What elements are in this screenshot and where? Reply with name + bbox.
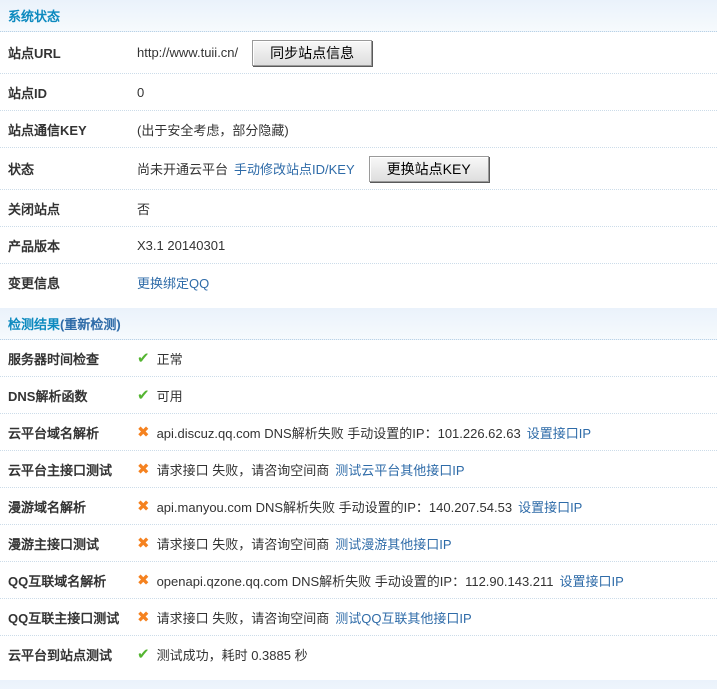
value-text: 请求接口 失败，请咨询空间商	[156, 462, 330, 478]
row-label: QQ互联主接口测试	[8, 610, 120, 626]
failure-icon: ✖	[137, 571, 150, 589]
section-system-status: 系统状态 站点URL http://www.tuii.cn/同步站点信息 站点ID 0 站…	[0, 0, 717, 301]
row-value: ✖ 请求接口 失败，请咨询空间商 测试QQ互联其他接口IP	[137, 608, 717, 627]
value-text: openapi.qzone.qq.com DNS解析失败 手动设置的IP：112…	[156, 573, 554, 589]
row-value: (出于安全考虑，部分隐藏)	[137, 120, 717, 139]
row-manyou-main-api-test: 漫游主接口测试 ✖ 请求接口 失败，请咨询空间商 测试漫游其他接口IP	[0, 525, 717, 562]
value-text: api.discuz.qq.com DNS解析失败 手动设置的IP：101.22…	[156, 425, 521, 441]
failure-icon: ✖	[137, 608, 150, 626]
value-text: 测试成功，耗时 0.3885 秒	[156, 648, 308, 663]
value-text: X3.1 20140301	[137, 237, 226, 253]
row-value: 更换绑定QQ	[137, 273, 717, 292]
row-close-site: 关闭站点 否	[0, 190, 717, 227]
row-change-info: 变更信息 更换绑定QQ	[0, 264, 717, 301]
row-value: ✖ api.discuz.qq.com DNS解析失败 手动设置的IP：101.2…	[137, 423, 717, 442]
row-label: QQ互联域名解析	[8, 573, 107, 589]
row-value: http://www.tuii.cn/同步站点信息	[137, 39, 717, 66]
row-value: ✖ api.manyou.com DNS解析失败 手动设置的IP：140.207.…	[137, 497, 717, 516]
set-interface-ip-link[interactable]: 设置接口IP	[518, 497, 582, 516]
section-title: 系统状态	[8, 9, 61, 24]
row-label: 漫游主接口测试	[8, 536, 100, 552]
test-manyou-other-ip-link[interactable]: 测试漫游其他接口IP	[335, 534, 451, 553]
row-value: ✔ 正常	[137, 349, 717, 368]
value-text: 尚未开通云平台	[137, 162, 229, 177]
row-value: ✔ 可用	[137, 386, 717, 405]
recheck-link[interactable]: (重新检测)	[60, 314, 121, 333]
row-status: 状态 尚未开通云平台 手动修改站点ID/KEY 更换站点KEY	[0, 148, 717, 190]
row-site-comm-key: 站点通信KEY (出于安全考虑，部分隐藏)	[0, 111, 717, 148]
section-check-results: 检测结果 (重新检测) 服务器时间检查 ✔ 正常 DNS解析函数 ✔ 可用云平台域名解析 ✖ ap…	[0, 308, 717, 673]
row-label: 服务器时间检查	[8, 351, 100, 367]
row-site-id: 站点ID 0	[0, 74, 717, 111]
change-bound-qq-link[interactable]: 更换绑定QQ	[137, 273, 209, 292]
row-value: ✔ 测试成功，耗时 0.3885 秒	[137, 645, 717, 664]
failure-icon: ✖	[137, 460, 150, 478]
value-text: 请求接口 失败，请咨询空间商	[156, 610, 330, 626]
cloud-diagnosis-page: 系统状态 站点URL http://www.tuii.cn/同步站点信息 站点ID 0 站…	[0, 0, 717, 689]
row-server-time-check: 服务器时间检查 ✔ 正常	[0, 340, 717, 377]
row-label: 变更信息	[8, 276, 61, 291]
failure-icon: ✖	[137, 534, 150, 552]
failure-icon: ✖	[137, 497, 150, 515]
sync-site-info-button[interactable]: 同步站点信息	[252, 39, 373, 66]
value-text: api.manyou.com DNS解析失败 手动设置的IP：140.207.5…	[156, 499, 513, 515]
success-icon: ✔	[137, 646, 150, 663]
manual-modify-id-key-link[interactable]: 手动修改站点ID/KEY	[234, 159, 355, 178]
test-qq-other-ip-link[interactable]: 测试QQ互联其他接口IP	[335, 608, 472, 627]
row-manyou-domain-resolve: 漫游域名解析 ✖ api.manyou.com DNS解析失败 手动设置的IP：14…	[0, 488, 717, 525]
value-text: 0	[137, 84, 145, 100]
row-value: ✖ openapi.qzone.qq.com DNS解析失败 手动设置的IP：11…	[137, 571, 717, 590]
value-text: 请求接口 失败，请咨询空间商	[156, 536, 330, 552]
row-value: ✖ 请求接口 失败，请咨询空间商 测试云平台其他接口IP	[137, 460, 717, 479]
value-text: http://www.tuii.cn/	[137, 45, 239, 60]
row-label: DNS解析函数	[8, 388, 88, 404]
row-label: 产品版本	[8, 238, 61, 254]
section-title: 检测结果	[8, 317, 61, 332]
set-interface-ip-link[interactable]: 设置接口IP	[560, 571, 624, 590]
failure-icon: ✖	[137, 423, 150, 441]
row-cloud-main-api-test: 云平台主接口测试 ✖ 请求接口 失败，请咨询空间商 测试云平台其他接口IP	[0, 451, 717, 488]
row-dns-resolve-function: DNS解析函数 ✔ 可用	[0, 377, 717, 414]
row-value: X3.1 20140301	[137, 238, 717, 253]
row-label: 云平台域名解析	[8, 425, 100, 441]
change-site-key-button[interactable]: 更换站点KEY	[368, 155, 489, 182]
row-label: 站点URL	[8, 46, 61, 61]
value-text: 可用	[156, 388, 183, 404]
set-interface-ip-link[interactable]: 设置接口IP	[527, 423, 591, 442]
section-header-system-plugin-check: 系统插件检测	[0, 680, 717, 689]
row-label: 云平台主接口测试	[8, 462, 113, 478]
row-cloud-to-site-test: 云平台到站点测试 ✔ 测试成功，耗时 0.3885 秒	[0, 636, 717, 673]
test-cloud-other-ip-link[interactable]: 测试云平台其他接口IP	[335, 460, 464, 479]
success-icon: ✔	[137, 386, 150, 404]
row-label: 云平台到站点测试	[8, 648, 113, 663]
row-qq-domain-resolve: QQ互联域名解析 ✖ openapi.qzone.qq.com DNS解析失败 手动…	[0, 562, 717, 599]
row-cloud-domain-resolve: 云平台域名解析 ✖ api.discuz.qq.com DNS解析失败 手动设置的I…	[0, 414, 717, 451]
row-label: 漫游域名解析	[8, 499, 87, 515]
row-value: 0	[137, 85, 717, 100]
success-icon: ✔	[137, 349, 150, 367]
row-label: 关闭站点	[8, 201, 61, 217]
section-system-plugin-check: 系统插件检测	[0, 680, 717, 689]
value-text: 正常	[156, 351, 183, 367]
value-text: (出于安全考虑，部分隐藏)	[137, 122, 289, 138]
row-label: 站点ID	[8, 85, 48, 101]
value-text: 否	[137, 201, 151, 217]
row-value: 尚未开通云平台 手动修改站点ID/KEY 更换站点KEY	[137, 155, 717, 182]
row-qq-main-api-test: QQ互联主接口测试 ✖ 请求接口 失败，请咨询空间商 测试QQ互联其他接口IP	[0, 599, 717, 636]
section-header-check-results: 检测结果 (重新检测)	[0, 308, 717, 340]
section-header-system-status: 系统状态	[0, 0, 717, 32]
row-label: 状态	[8, 162, 35, 177]
row-value: 否	[137, 199, 717, 218]
row-site-url: 站点URL http://www.tuii.cn/同步站点信息	[0, 32, 717, 74]
row-product-version: 产品版本 X3.1 20140301	[0, 227, 717, 264]
row-value: ✖ 请求接口 失败，请咨询空间商 测试漫游其他接口IP	[137, 534, 717, 553]
row-label: 站点通信KEY	[8, 122, 87, 138]
